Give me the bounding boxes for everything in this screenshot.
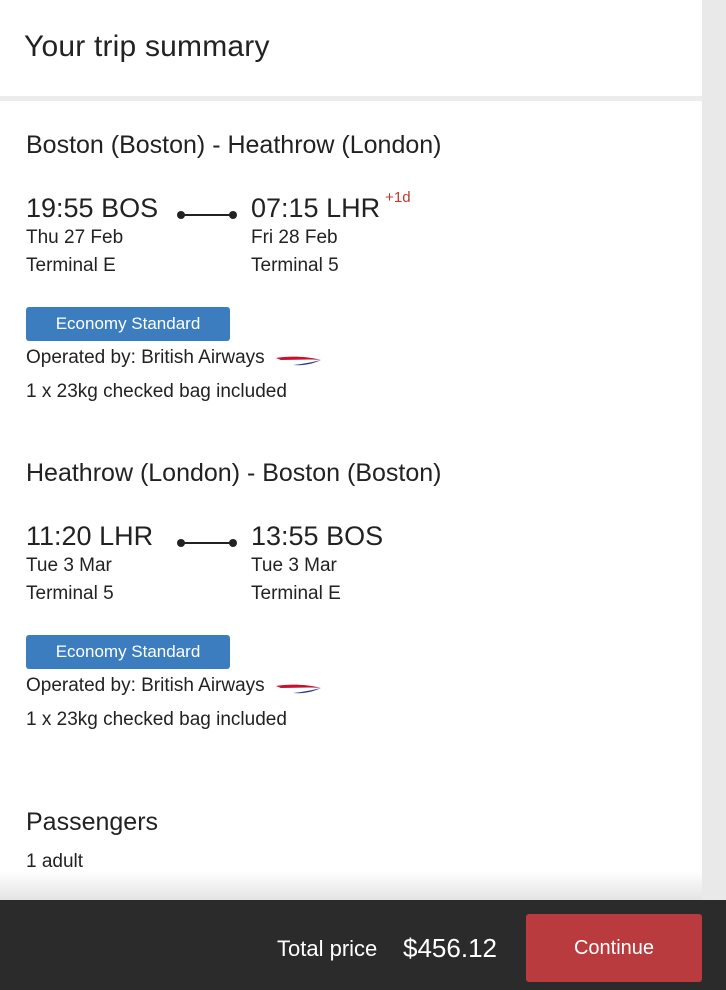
day-offset-badge: +1d — [385, 189, 411, 206]
departure-date: Thu 27 Feb — [26, 227, 124, 248]
header: Your trip summary — [0, 0, 702, 96]
departure-terminal: Terminal E — [26, 255, 116, 276]
page-title: Your trip summary — [24, 30, 270, 63]
flight-connector-icon — [177, 211, 237, 219]
departure-time: 19:55 BOS — [26, 193, 158, 224]
total-price-value: $456.12 — [403, 933, 497, 963]
arrival-time-text: 07:15 LHR — [251, 193, 381, 223]
flight-segment-outbound: Boston (Boston) - Heathrow (London) 19:5… — [26, 131, 686, 421]
cabin-class-badge: Economy Standard — [26, 307, 230, 341]
passengers-title: Passengers — [26, 808, 159, 836]
operated-by-text: Operated by: British Airways — [26, 675, 265, 696]
trip-summary-page: Your trip summary Boston (Boston) - Heat… — [0, 0, 726, 990]
flight-segment-return: Heathrow (London) - Boston (Boston) 11:2… — [26, 459, 686, 749]
departure-date: Tue 3 Mar — [26, 555, 112, 576]
route-title: Heathrow (London) - Boston (Boston) — [26, 459, 442, 487]
british-airways-speedmarque-icon — [275, 684, 321, 694]
arrival-terminal: Terminal 5 — [251, 255, 339, 276]
departure-terminal: Terminal 5 — [26, 583, 114, 604]
departure-time: 11:20 LHR — [26, 521, 153, 552]
scroll-gutter — [702, 0, 726, 900]
operated-by: Operated by: British Airways — [26, 347, 323, 369]
arrival-date: Fri 28 Feb — [251, 227, 338, 248]
flight-connector-icon — [177, 539, 237, 547]
arrival-time-text: 13:55 BOS — [251, 521, 384, 551]
arrival-time: 13:55 BOS — [251, 521, 388, 552]
operated-by-text: Operated by: British Airways — [26, 347, 265, 368]
route-title: Boston (Boston) - Heathrow (London) — [26, 131, 442, 159]
departure-time-text: 11:20 LHR — [26, 521, 154, 551]
arrival-date: Tue 3 Mar — [251, 555, 337, 576]
total-price-label: Total price — [277, 936, 378, 961]
british-airways-speedmarque-icon — [275, 356, 321, 366]
arrival-time: 07:15 LHR +1d — [251, 189, 411, 224]
departure-time-text: 19:55 BOS — [26, 193, 159, 223]
arrival-terminal: Terminal E — [251, 583, 341, 604]
baggage-allowance: 1 x 23kg checked bag included — [26, 709, 287, 730]
price-footer: Total price $456.12 Continue — [0, 900, 726, 990]
trip-details: Boston (Boston) - Heathrow (London) 19:5… — [0, 101, 702, 900]
continue-button[interactable]: Continue — [526, 914, 702, 982]
operated-by: Operated by: British Airways — [26, 675, 323, 697]
scroll-fade — [0, 871, 702, 900]
cabin-class-badge: Economy Standard — [26, 635, 230, 669]
passengers-count: 1 adult — [26, 851, 84, 872]
baggage-allowance: 1 x 23kg checked bag included — [26, 381, 287, 402]
